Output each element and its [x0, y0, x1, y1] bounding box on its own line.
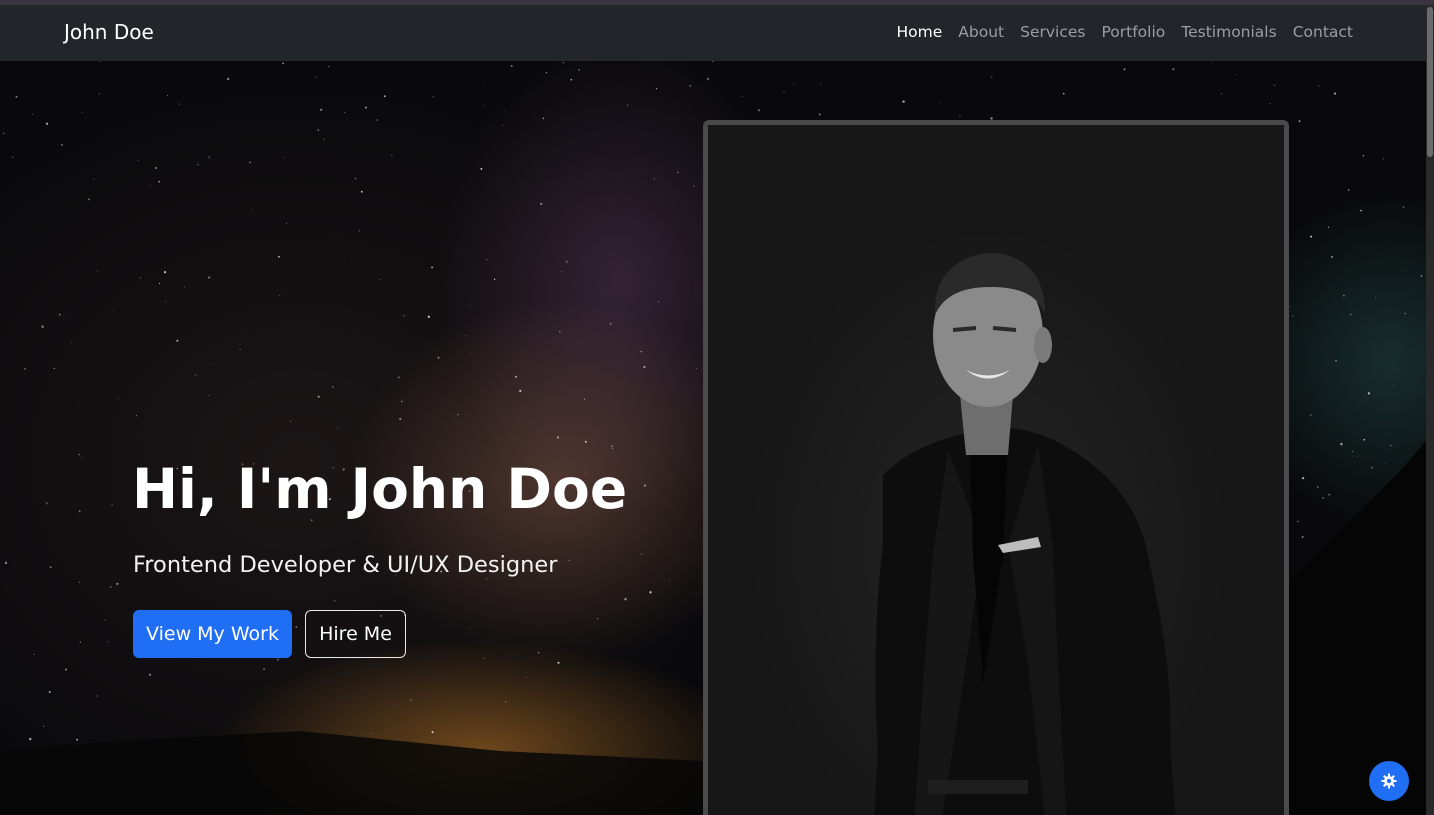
nav-link-contact[interactable]: Contact — [1293, 23, 1353, 41]
hero-subtitle: Frontend Developer & UI/UX Designer — [133, 552, 558, 578]
brand-logo[interactable]: John Doe — [64, 20, 154, 44]
hire-me-button[interactable]: Hire Me — [305, 610, 406, 658]
profile-photo — [708, 125, 1284, 815]
page: John Doe Home About Services Portfolio T… — [0, 0, 1434, 815]
nav-link-portfolio[interactable]: Portfolio — [1102, 23, 1166, 41]
hero-title: Hi, I'm John Doe — [132, 457, 628, 521]
nav-link-testimonials[interactable]: Testimonials — [1181, 23, 1276, 41]
portrait-figure — [874, 253, 1176, 815]
navbar: John Doe Home About Services Portfolio T… — [0, 5, 1426, 61]
nav-link-about[interactable]: About — [958, 23, 1004, 41]
nav-link-services[interactable]: Services — [1020, 23, 1085, 41]
view-my-work-button[interactable]: View My Work — [133, 610, 292, 658]
settings-button[interactable] — [1369, 761, 1409, 801]
nav-links: Home About Services Portfolio Testimonia… — [897, 23, 1353, 41]
profile-photo-frame — [703, 120, 1289, 815]
page-scrollbar[interactable] — [1426, 5, 1434, 815]
scrollbar-thumb[interactable] — [1427, 7, 1433, 157]
gear-icon — [1381, 773, 1397, 789]
nav-link-home[interactable]: Home — [897, 23, 943, 41]
hero-section: Hi, I'm John Doe Frontend Developer & UI… — [0, 61, 1426, 815]
